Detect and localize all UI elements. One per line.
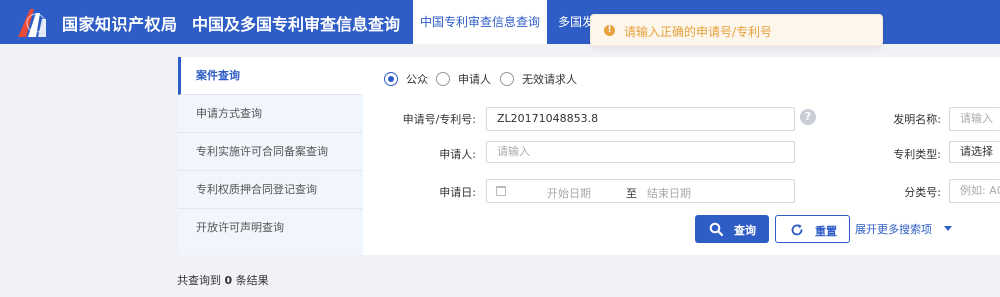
date-separator: 至 <box>626 187 637 200</box>
warning-toast: ! 请输入正确的申请号/专利号 <box>590 14 883 46</box>
sidebar-item-pledge-contract[interactable]: 专利权质押合同登记查询 <box>178 171 363 209</box>
sidebar-item-application-method[interactable]: 申请方式查询 <box>178 95 363 133</box>
search-icon <box>709 222 723 236</box>
result-prefix: 共查询到 <box>177 274 221 287</box>
reset-button-label: 重置 <box>815 225 837 238</box>
result-count: 共查询到 0 条结果 <box>177 272 269 288</box>
sidebar-item-case-query[interactable]: 案件查询 <box>178 57 363 95</box>
toast-message: 请输入正确的申请号/专利号 <box>624 25 773 39</box>
caret-down-icon[interactable] <box>944 226 952 231</box>
radio-invalidation-requester[interactable]: 无效请求人 <box>500 71 577 87</box>
reset-button[interactable]: 重置 <box>775 215 850 243</box>
application-no-label: 申请号/专利号: <box>402 113 476 126</box>
radio-label: 申请人 <box>458 73 491 86</box>
tab-china-patent-query[interactable]: 中国专利审查信息查询 <box>413 0 547 44</box>
org-name: 国家知识产权局 <box>62 15 178 34</box>
radio-applicant[interactable]: 申请人 <box>436 71 491 87</box>
sidebar-item-open-license[interactable]: 开放许可声明查询 <box>178 209 363 247</box>
system-title: 中国及多国专利审查信息查询 <box>192 15 401 34</box>
search-button-label: 查询 <box>734 224 756 237</box>
radio-label: 无效请求人 <box>522 73 577 86</box>
cnipa-logo-icon <box>18 9 46 37</box>
date-end-placeholder: 结束日期 <box>647 187 691 200</box>
search-button[interactable]: 查询 <box>695 215 769 243</box>
calendar-icon <box>496 186 506 196</box>
radio-public[interactable]: 公众 <box>384 71 428 87</box>
classification-input[interactable]: 例如: A0 <box>949 179 1000 203</box>
radio-unchecked-icon <box>436 72 450 86</box>
apply-date-label: 申请日: <box>439 186 476 199</box>
patent-type-select[interactable]: 请选择 <box>949 141 1000 163</box>
refresh-icon <box>791 224 803 236</box>
classification-label: 分类号: <box>904 186 941 199</box>
invention-name-input[interactable]: 请输入 <box>949 107 1000 131</box>
applicant-label: 申请人: <box>439 148 476 161</box>
applicant-input[interactable]: 请输入 <box>486 141 795 163</box>
expand-more-link[interactable]: 展开更多搜索项 <box>855 221 932 237</box>
application-no-input[interactable]: ZL20171048853.8 <box>486 107 795 131</box>
radio-checked-icon <box>384 72 398 86</box>
result-number: 0 <box>224 274 233 287</box>
radio-label: 公众 <box>406 73 428 86</box>
patent-type-label: 专利类型: <box>893 148 941 161</box>
date-start-placeholder: 开始日期 <box>547 187 591 200</box>
invention-name-label: 发明名称: <box>893 113 941 126</box>
sidebar-item-license-contract[interactable]: 专利实施许可合同备案查询 <box>178 133 363 171</box>
sidebar: 案件查询 申请方式查询 专利实施许可合同备案查询 专利权质押合同登记查询 开放许… <box>178 57 363 255</box>
search-panel: 公众 申请人 无效请求人 申请号/专利号: ZL20171048853.8 ? … <box>363 57 1000 255</box>
apply-date-range-picker[interactable]: 开始日期 至 结束日期 <box>486 179 795 203</box>
warning-icon: ! <box>604 25 615 36</box>
result-suffix: 条结果 <box>235 274 269 287</box>
radio-unchecked-icon <box>500 72 514 86</box>
help-icon[interactable]: ? <box>800 109 816 125</box>
